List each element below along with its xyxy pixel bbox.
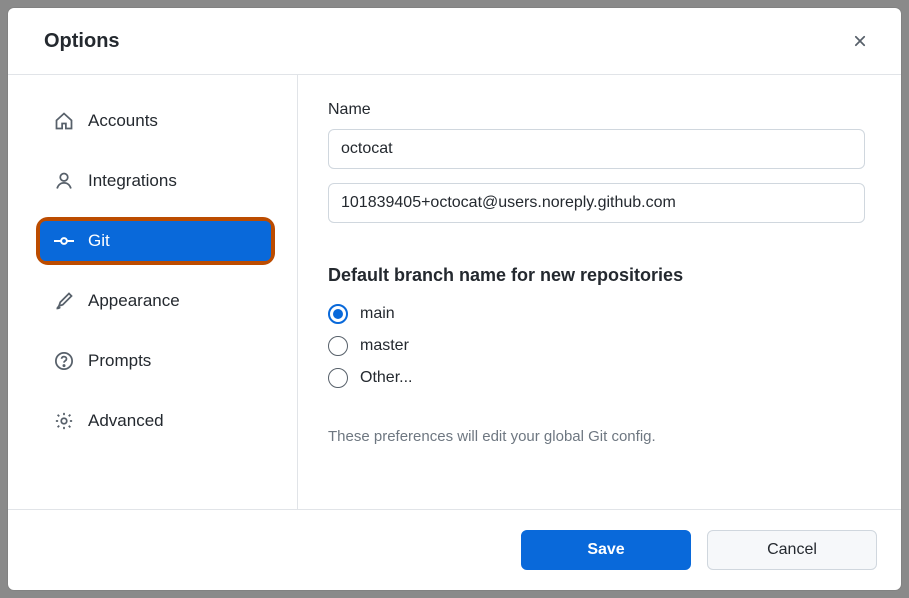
sidebar-item-label: Advanced bbox=[88, 411, 164, 431]
radio-label: Other... bbox=[360, 369, 412, 387]
dialog-footer: Save Cancel bbox=[8, 509, 901, 590]
sidebar: Accounts Integrations Git Appearance Pro… bbox=[8, 75, 298, 509]
content-pane: Name Default branch name for new reposit… bbox=[298, 75, 901, 509]
sidebar-item-label: Appearance bbox=[88, 291, 180, 311]
question-icon bbox=[54, 351, 74, 371]
git-config-hint: These preferences will edit your global … bbox=[328, 428, 865, 445]
home-icon bbox=[54, 111, 74, 131]
sidebar-item-label: Prompts bbox=[88, 351, 151, 371]
radio-main[interactable]: main bbox=[328, 304, 865, 324]
sidebar-item-label: Git bbox=[88, 231, 110, 251]
radio-label: master bbox=[360, 337, 409, 355]
default-branch-radio-group: main master Other... bbox=[328, 304, 865, 388]
default-branch-heading: Default branch name for new repositories bbox=[328, 265, 865, 286]
sidebar-item-advanced[interactable]: Advanced bbox=[40, 401, 271, 441]
paintbrush-icon bbox=[54, 291, 74, 311]
dialog-title: Options bbox=[44, 30, 120, 53]
sidebar-item-prompts[interactable]: Prompts bbox=[40, 341, 271, 381]
name-input[interactable] bbox=[328, 129, 865, 169]
sidebar-item-appearance[interactable]: Appearance bbox=[40, 281, 271, 321]
radio-icon bbox=[328, 368, 348, 388]
options-dialog: Options Accounts Integrations Git bbox=[8, 8, 901, 590]
dialog-header: Options bbox=[8, 8, 901, 75]
radio-other[interactable]: Other... bbox=[328, 368, 865, 388]
close-button[interactable] bbox=[845, 26, 875, 56]
radio-master[interactable]: master bbox=[328, 336, 865, 356]
email-input[interactable] bbox=[328, 183, 865, 223]
person-icon bbox=[54, 171, 74, 191]
save-button[interactable]: Save bbox=[521, 530, 691, 570]
git-commit-icon bbox=[54, 231, 74, 251]
sidebar-item-label: Integrations bbox=[88, 171, 177, 191]
sidebar-item-label: Accounts bbox=[88, 111, 158, 131]
gear-icon bbox=[54, 411, 74, 431]
radio-label: main bbox=[360, 305, 395, 323]
sidebar-item-integrations[interactable]: Integrations bbox=[40, 161, 271, 201]
sidebar-item-accounts[interactable]: Accounts bbox=[40, 101, 271, 141]
sidebar-item-git[interactable]: Git bbox=[40, 221, 271, 261]
radio-icon bbox=[328, 336, 348, 356]
dialog-body: Accounts Integrations Git Appearance Pro… bbox=[8, 75, 901, 509]
name-label: Name bbox=[328, 101, 865, 119]
cancel-button[interactable]: Cancel bbox=[707, 530, 877, 570]
radio-icon bbox=[328, 304, 348, 324]
